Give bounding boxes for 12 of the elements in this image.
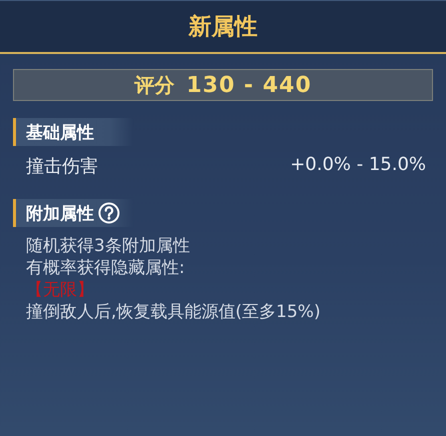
description-line: 随机获得3条附加属性 bbox=[26, 235, 190, 257]
description-line: 有概率获得隐藏属性: bbox=[26, 257, 185, 279]
panel-title: 新属性 bbox=[188, 13, 258, 42]
stat-value: +0.0% - 15.0% bbox=[290, 154, 426, 177]
description-line: 撞倒敌人后,恢复载具能源值(至多15%) bbox=[26, 301, 320, 323]
section-title: 附加属性 bbox=[26, 202, 94, 224]
stat-name: 撞击伤害 bbox=[26, 155, 98, 178]
section-title: 基础属性 bbox=[26, 122, 94, 144]
score-range: 130 - 440 bbox=[186, 72, 312, 98]
hidden-attribute-tag: 【无限】 bbox=[26, 279, 94, 301]
help-icon[interactable] bbox=[98, 202, 120, 224]
score-label: 评分 bbox=[134, 72, 174, 98]
